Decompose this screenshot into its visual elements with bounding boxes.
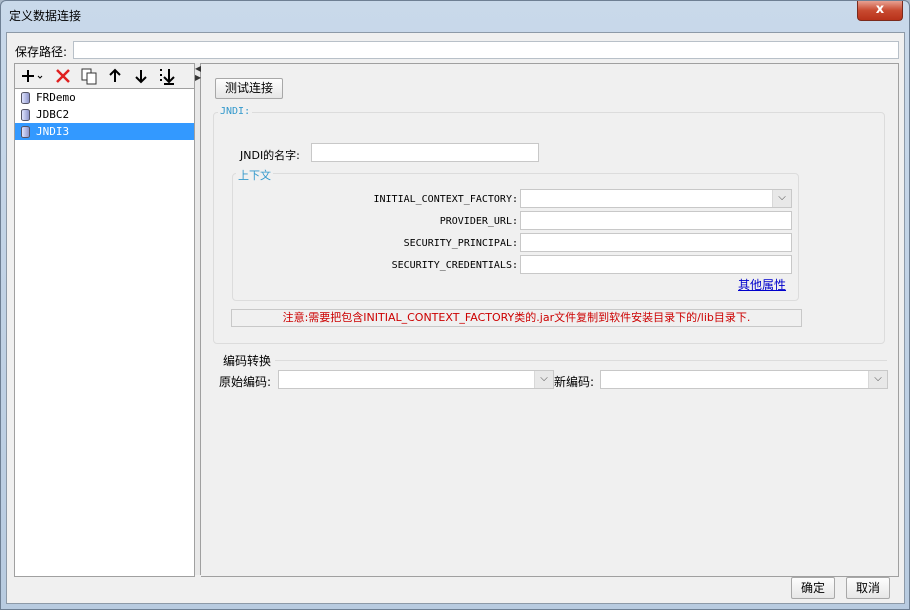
move-bottom-icon[interactable] [157,66,177,86]
database-icon [21,126,30,138]
jndi-name-label: JNDI的名字: [240,149,300,162]
tree-item-label: JNDI3 [36,125,70,138]
close-icon: x [875,2,885,17]
move-up-icon[interactable] [105,66,125,86]
database-icon [21,92,30,104]
copy-icon[interactable] [79,66,99,86]
dialog-client-area: 保存路径: FRDemo JDBC2 JNDI3 ◀ ▶ 测试连接 JNDI: … [6,32,905,604]
save-path-input[interactable] [73,41,899,59]
chevron-down-icon[interactable]: ⌵ [534,371,553,388]
dialog-window: 定义数据连接 x 保存路径: FRDemo JDBC2 JNDI3 ◀ ▶ 测试… [0,0,910,610]
test-connection-button[interactable]: 测试连接 [215,78,283,99]
chevron-down-icon[interactable]: ⌵ [772,190,791,207]
chevron-down-icon[interactable]: ⌵ [868,371,887,388]
initial-context-factory-combo[interactable]: ⌵ [520,189,792,208]
jndi-group-title: JNDI: [218,106,253,117]
jar-copy-note: 注意:需要把包含INITIAL_CONTEXT_FACTORY类的.jar文件复… [231,309,802,327]
security-credentials-input[interactable] [520,255,792,274]
context-group: 上下文 INITIAL_CONTEXT_FACTORY: ⌵ PROVIDER_… [232,167,799,301]
tree-item-label: FRDemo [36,91,76,104]
jndi-name-input[interactable] [311,143,539,162]
security-principal-input[interactable] [520,233,792,252]
ok-button[interactable]: 确定 [791,577,835,599]
security-credentials-label: SECURITY_CREDENTIALS: [391,260,518,271]
other-properties-link[interactable]: 其他属性 [738,276,786,293]
tree-item-jndi3[interactable]: JNDI3 [15,123,194,140]
add-icon[interactable] [21,66,45,86]
database-icon [21,109,30,121]
tree-item-jdbc2[interactable]: JDBC2 [15,106,194,123]
tree-item-label: JDBC2 [36,108,70,121]
jndi-group: JNDI: JNDI的名字: 上下文 INITIAL_CONTEXT_FACTO… [213,106,885,344]
security-principal-label: SECURITY_PRINCIPAL: [403,238,518,249]
close-button[interactable]: x [857,1,903,21]
delete-icon[interactable] [53,66,73,86]
encoding-title: 编码转换 [223,354,272,368]
provider-url-label: PROVIDER_URL: [439,216,518,227]
connection-list-panel: FRDemo JDBC2 JNDI3 [14,63,195,577]
connection-tree: FRDemo JDBC2 JNDI3 [15,89,194,140]
new-encoding-combo[interactable]: ⌵ [600,370,888,389]
provider-url-input[interactable] [520,211,792,230]
save-path-label: 保存路径: [15,45,68,59]
connection-detail-panel: 测试连接 JNDI: JNDI的名字: 上下文 INITIAL_CONTEXT_… [201,63,899,577]
initial-context-factory-label: INITIAL_CONTEXT_FACTORY: [373,194,519,205]
new-encoding-label: 新编码: [554,375,595,389]
encoding-divider [275,360,887,361]
context-group-title: 上下文 [236,167,273,183]
original-encoding-combo[interactable]: ⌵ [278,370,554,389]
tree-item-frdemo[interactable]: FRDemo [15,89,194,106]
original-encoding-label: 原始编码: [219,375,272,389]
connection-toolbar [15,64,194,89]
window-title: 定义数据连接 [9,9,82,23]
title-bar[interactable]: 定义数据连接 x [1,1,909,31]
cancel-button[interactable]: 取消 [846,577,890,599]
move-down-icon[interactable] [131,66,151,86]
